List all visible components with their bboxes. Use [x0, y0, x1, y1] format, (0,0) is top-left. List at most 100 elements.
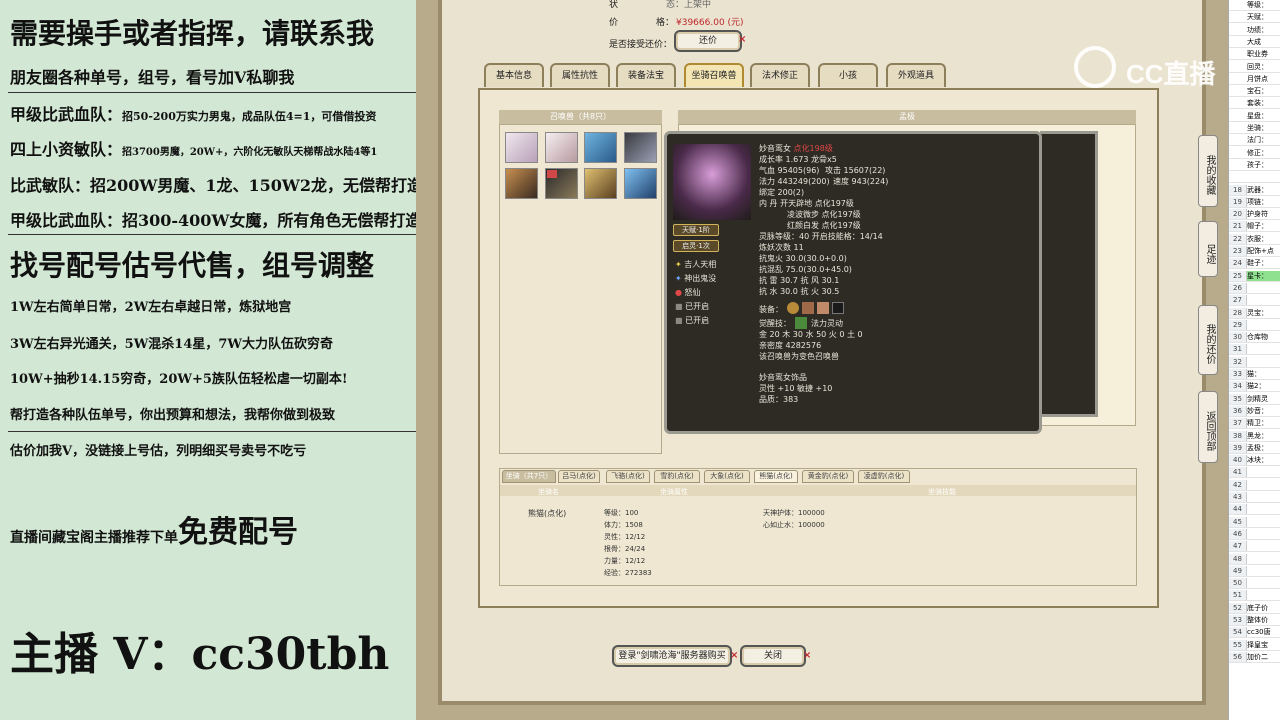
tab-attributes[interactable]: 属性抗性: [550, 63, 610, 87]
sheet-row[interactable]: 月饼点: [1229, 74, 1280, 85]
sheet-row[interactable]: 套装：: [1229, 98, 1280, 110]
sheet-row[interactable]: 31: [1229, 344, 1280, 356]
sheet-row[interactable]: 42: [1229, 479, 1280, 491]
sheet-row[interactable]: 星盘：: [1229, 111, 1280, 122]
equip-icon[interactable]: [787, 302, 799, 314]
inner-core-2: 凌波微步 点化197级: [787, 210, 861, 219]
sheet-row[interactable]: 天赋：: [1229, 12, 1280, 24]
sheet-row[interactable]: 34 猫2：: [1229, 381, 1280, 393]
sheet-row[interactable]: 39 孟极：: [1229, 442, 1280, 454]
summon-portrait[interactable]: [584, 168, 617, 199]
sheet-row[interactable]: 宝石：: [1229, 86, 1280, 98]
sheet-row[interactable]: 35 剑精灵: [1229, 393, 1280, 405]
col-mount-attrs: 坐骑属性: [660, 488, 688, 496]
sheet-row[interactable]: 26: [1229, 282, 1280, 294]
mount-attr: 经验：272383: [604, 569, 652, 577]
sheet-row[interactable]: 坐骑：: [1229, 123, 1280, 134]
summon-portrait[interactable]: [505, 168, 538, 199]
sheet-row[interactable]: 19 项链：: [1229, 196, 1280, 208]
login-buy-button[interactable]: 登录"剑啸沧海"服务器购买: [612, 645, 732, 667]
favorites-button[interactable]: 我的收藏: [1198, 135, 1218, 207]
sheet-row[interactable]: 55 择皇宝: [1229, 639, 1280, 651]
sheet-row[interactable]: 功绩：: [1229, 25, 1280, 36]
talent-button[interactable]: 天赋·1阶: [673, 224, 719, 236]
sheet-row[interactable]: 回灵：: [1229, 62, 1280, 73]
back-to-top-button[interactable]: 返回顶部: [1198, 391, 1218, 463]
sheet-row[interactable]: 孩子：: [1229, 160, 1280, 171]
sheet-row[interactable]: 43: [1229, 492, 1280, 503]
sheet-row[interactable]: 20 护身符: [1229, 209, 1280, 221]
sheet-row[interactable]: 50: [1229, 578, 1280, 590]
mount-tab[interactable]: 凌虚豹(点化): [858, 470, 910, 483]
sheet-row[interactable]: 49: [1229, 565, 1280, 577]
history-button[interactable]: 足迹: [1198, 221, 1218, 277]
sheet-row[interactable]: 46: [1229, 528, 1280, 540]
my-offers-button[interactable]: 我的还价: [1198, 305, 1218, 375]
equip-icon[interactable]: [832, 302, 844, 314]
sheet-row[interactable]: 等级：: [1229, 0, 1280, 11]
sheet-row[interactable]: 38 黑龙：: [1229, 430, 1280, 442]
ornament-stats: 灵性 +10 敏捷 +10: [759, 384, 833, 393]
sheet-row[interactable]: 27: [1229, 295, 1280, 307]
sheet-row[interactable]: 54 cc30唐: [1229, 627, 1280, 639]
sheet-row[interactable]: 36 妙音：: [1229, 405, 1280, 417]
mount-tab[interactable]: 黄金豹(点化): [802, 470, 854, 483]
mount-attr: 体力：1508: [604, 521, 643, 529]
summon-portrait[interactable]: [505, 132, 538, 163]
sheet-row[interactable]: 18 武器：: [1229, 184, 1280, 196]
counter-offer-button[interactable]: 还价: [674, 30, 742, 52]
sheet-row[interactable]: 28 灵宝：: [1229, 307, 1280, 319]
summon-portrait[interactable]: [545, 168, 578, 199]
tab-mounts-summons[interactable]: 坐骑召唤兽: [684, 63, 744, 87]
tab-equipment[interactable]: 装备法宝: [616, 63, 676, 87]
sheet-row[interactable]: 40 冰块：: [1229, 455, 1280, 467]
summon-portrait[interactable]: [624, 168, 657, 199]
close-button[interactable]: 关闭: [740, 645, 806, 667]
sheet-row[interactable]: 44: [1229, 504, 1280, 516]
sheet-row[interactable]: 25 星卡：: [1229, 270, 1280, 282]
mount-tab-active[interactable]: 熊猫(点化): [754, 470, 798, 483]
sheet-row[interactable]: 法门：: [1229, 135, 1280, 147]
promo-line-3: 甲级比武血队：招50-200万实力男鬼，成品队伍4=1，可借借投资: [10, 105, 377, 124]
sheet-row[interactable]: 52 底子价: [1229, 602, 1280, 614]
tab-basic-info[interactable]: 基本信息: [484, 63, 544, 87]
close-x-icon: ×: [730, 650, 739, 661]
cell: 猫2：: [1247, 382, 1266, 391]
tab-spell-modifiers[interactable]: 法术修正: [750, 63, 810, 87]
sheet-row[interactable]: 41: [1229, 467, 1280, 479]
sheet-row[interactable]: 37 精卫：: [1229, 418, 1280, 430]
mount-tab[interactable]: 飞骆(点化): [606, 470, 650, 483]
sheet-row[interactable]: 修正：: [1229, 148, 1280, 159]
sheet-row[interactable]: 23 配饰+点: [1229, 246, 1280, 257]
cell: cc30唐: [1247, 628, 1271, 637]
sheet-row[interactable]: 33 猫：: [1229, 369, 1280, 380]
sheet-row[interactable]: 51: [1229, 590, 1280, 602]
sheet-row[interactable]: 30 仓库物: [1229, 332, 1280, 344]
mount-tab[interactable]: 雪豹(点化): [654, 470, 700, 483]
sheet-row[interactable]: 56 加价二: [1229, 651, 1280, 663]
sheet-row[interactable]: 29: [1229, 319, 1280, 331]
sheet-row[interactable]: 53 整体价: [1229, 615, 1280, 626]
sheet-row[interactable]: 45: [1229, 516, 1280, 528]
mount-tab[interactable]: 吕马(点化): [558, 470, 600, 483]
awaken-button[interactable]: 启灵·1次: [673, 240, 719, 252]
sheet-row[interactable]: [1229, 172, 1280, 184]
tab-appearance[interactable]: 外观道具: [886, 63, 946, 87]
mount-tab[interactable]: 大象(点化): [704, 470, 750, 483]
summon-portrait[interactable]: [545, 132, 578, 163]
sheet-row[interactable]: 24 鞋子：: [1229, 258, 1280, 270]
sheet-row[interactable]: 21 帽子：: [1229, 221, 1280, 233]
summon-portrait[interactable]: [584, 132, 617, 163]
sheet-row[interactable]: 职业券: [1229, 49, 1280, 61]
equip-icon[interactable]: [802, 302, 814, 314]
sheet-row[interactable]: 48: [1229, 553, 1280, 565]
summon-portrait[interactable]: [624, 132, 657, 163]
sheet-row[interactable]: 大成: [1229, 37, 1280, 48]
sheet-row[interactable]: 32: [1229, 356, 1280, 368]
cell: 天赋：: [1247, 13, 1268, 22]
sheet-row[interactable]: 22 衣服：: [1229, 233, 1280, 245]
equip-icon[interactable]: [817, 302, 829, 314]
sheet-row[interactable]: 47: [1229, 541, 1280, 553]
tab-children[interactable]: 小孩: [818, 63, 878, 87]
mount-attr: 力量：12/12: [604, 557, 646, 565]
